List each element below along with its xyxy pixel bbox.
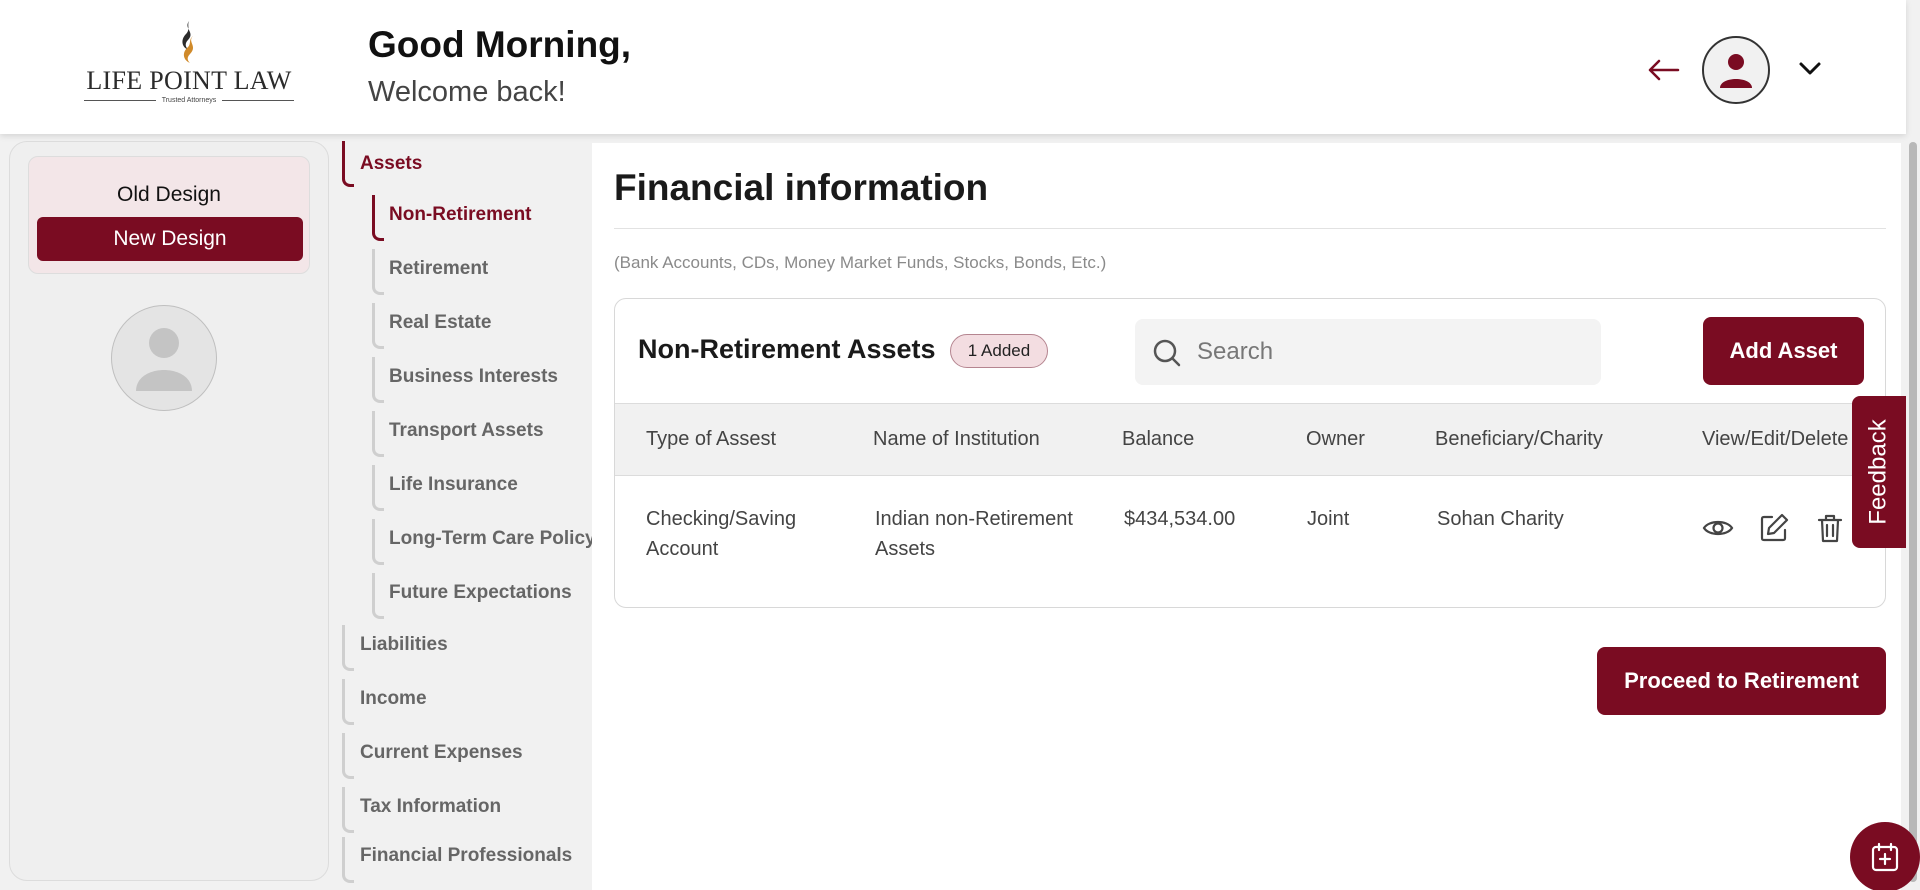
design-switcher: Old Design New Design (28, 156, 310, 274)
nav-indicator (372, 195, 384, 241)
subnav-item-long-term-care-policy[interactable]: Long-Term Care Policy (389, 528, 596, 550)
logo-tagline: Trusted Attorneys (161, 97, 217, 104)
calendar-fab-button[interactable] (1850, 822, 1920, 890)
search-icon (1153, 339, 1181, 367)
header: LIFE POINT LAW Trusted Attorneys Good Mo… (0, 0, 1906, 134)
nav-indicator (372, 465, 384, 511)
welcome-text: Welcome back! (368, 76, 566, 108)
arrow-left-icon[interactable] (1646, 56, 1680, 84)
nav-item-financial-professionals[interactable]: Financial Professionals (360, 845, 572, 867)
nav-indicator (372, 303, 384, 349)
cell-balance: $434,534.00 (1124, 508, 1236, 530)
page-title: Financial information (614, 167, 989, 208)
subnav-item-non-retirement[interactable]: Non-Retirement (389, 204, 532, 226)
subnav-item-business-interests[interactable]: Business Interests (389, 366, 558, 388)
add-asset-button[interactable]: Add Asset (1703, 317, 1864, 385)
logo-name: LIFE POINT LAW (86, 66, 292, 95)
added-count-badge: 1 Added (950, 334, 1048, 368)
nav-indicator (372, 249, 384, 295)
cell-type: Checking/Saving Account (646, 508, 797, 560)
subnav-item-retirement[interactable]: Retirement (389, 258, 488, 280)
edit-icon[interactable] (1757, 511, 1791, 545)
scrollbar-thumb[interactable] (1909, 142, 1917, 882)
subnav-item-real-estate[interactable]: Real Estate (389, 312, 491, 334)
section-nav: Assets Non-Retirement Retirement Real Es… (336, 141, 596, 890)
scrollbar[interactable] (1906, 134, 1920, 890)
calendar-plus-icon (1871, 842, 1899, 872)
search-input[interactable] (1197, 319, 1587, 385)
column-header-institution: Name of Institution (873, 428, 1040, 450)
user-placeholder-icon (136, 328, 192, 391)
assets-card: Non-Retirement Assets 1 Added Add Asset … (614, 298, 1886, 608)
nav-indicator (342, 625, 354, 671)
nav-indicator (342, 837, 354, 883)
left-panel: Old Design New Design (9, 141, 329, 881)
nav-indicator (372, 519, 384, 565)
card-title: Non-Retirement Assets (638, 334, 936, 364)
table-header: Type of Assest Name of Institution Balan… (615, 403, 1885, 476)
feedback-tab[interactable]: Feedback (1852, 396, 1906, 548)
old-design-option[interactable]: Old Design (29, 183, 309, 207)
eye-icon[interactable] (1701, 511, 1735, 545)
profile-picture[interactable] (111, 305, 217, 411)
divider (614, 228, 1886, 229)
nav-item-liabilities[interactable]: Liabilities (360, 634, 448, 656)
subnav-item-future-expectations[interactable]: Future Expectations (389, 582, 572, 604)
user-icon (1720, 54, 1752, 88)
subnav-item-transport-assets[interactable]: Transport Assets (389, 420, 544, 442)
new-design-button[interactable]: New Design (37, 217, 303, 261)
nav-indicator (342, 733, 354, 779)
cell-beneficiary: Sohan Charity (1437, 508, 1564, 530)
logo[interactable]: LIFE POINT LAW Trusted Attorneys (84, 18, 295, 110)
main-content: Financial information (Bank Accounts, CD… (592, 143, 1901, 890)
column-header-balance: Balance (1122, 428, 1195, 450)
cell-owner: Joint (1307, 508, 1350, 530)
nav-indicator (342, 141, 354, 187)
nav-indicator (372, 411, 384, 457)
cell-institution: Indian non-Retirement Assets (875, 508, 1073, 560)
nav-item-assets[interactable]: Assets (360, 153, 422, 175)
nav-item-income[interactable]: Income (360, 688, 427, 710)
nav-item-current-expenses[interactable]: Current Expenses (360, 742, 523, 764)
feedback-label: Feedback (1865, 419, 1892, 525)
column-header-actions: View/Edit/Delete (1702, 428, 1849, 450)
logo-flame-icon (182, 20, 194, 63)
nav-indicator (372, 573, 384, 619)
nav-indicator (342, 787, 354, 833)
page-subtitle: (Bank Accounts, CDs, Money Market Funds,… (614, 253, 1107, 272)
chevron-down-icon[interactable] (1796, 58, 1824, 78)
nav-indicator (342, 679, 354, 725)
greeting: Good Morning, (368, 24, 632, 65)
column-header-owner: Owner (1306, 428, 1365, 450)
nav-indicator (372, 357, 384, 403)
trash-icon[interactable] (1813, 511, 1847, 545)
proceed-to-retirement-button[interactable]: Proceed to Retirement (1597, 647, 1886, 715)
subnav-item-life-insurance[interactable]: Life Insurance (389, 474, 518, 496)
search-box[interactable] (1135, 319, 1601, 385)
profile-avatar[interactable] (1702, 36, 1770, 104)
column-header-type: Type of Assest (646, 428, 777, 450)
nav-item-tax-information[interactable]: Tax Information (360, 796, 501, 818)
column-header-beneficiary: Beneficiary/Charity (1435, 428, 1603, 450)
